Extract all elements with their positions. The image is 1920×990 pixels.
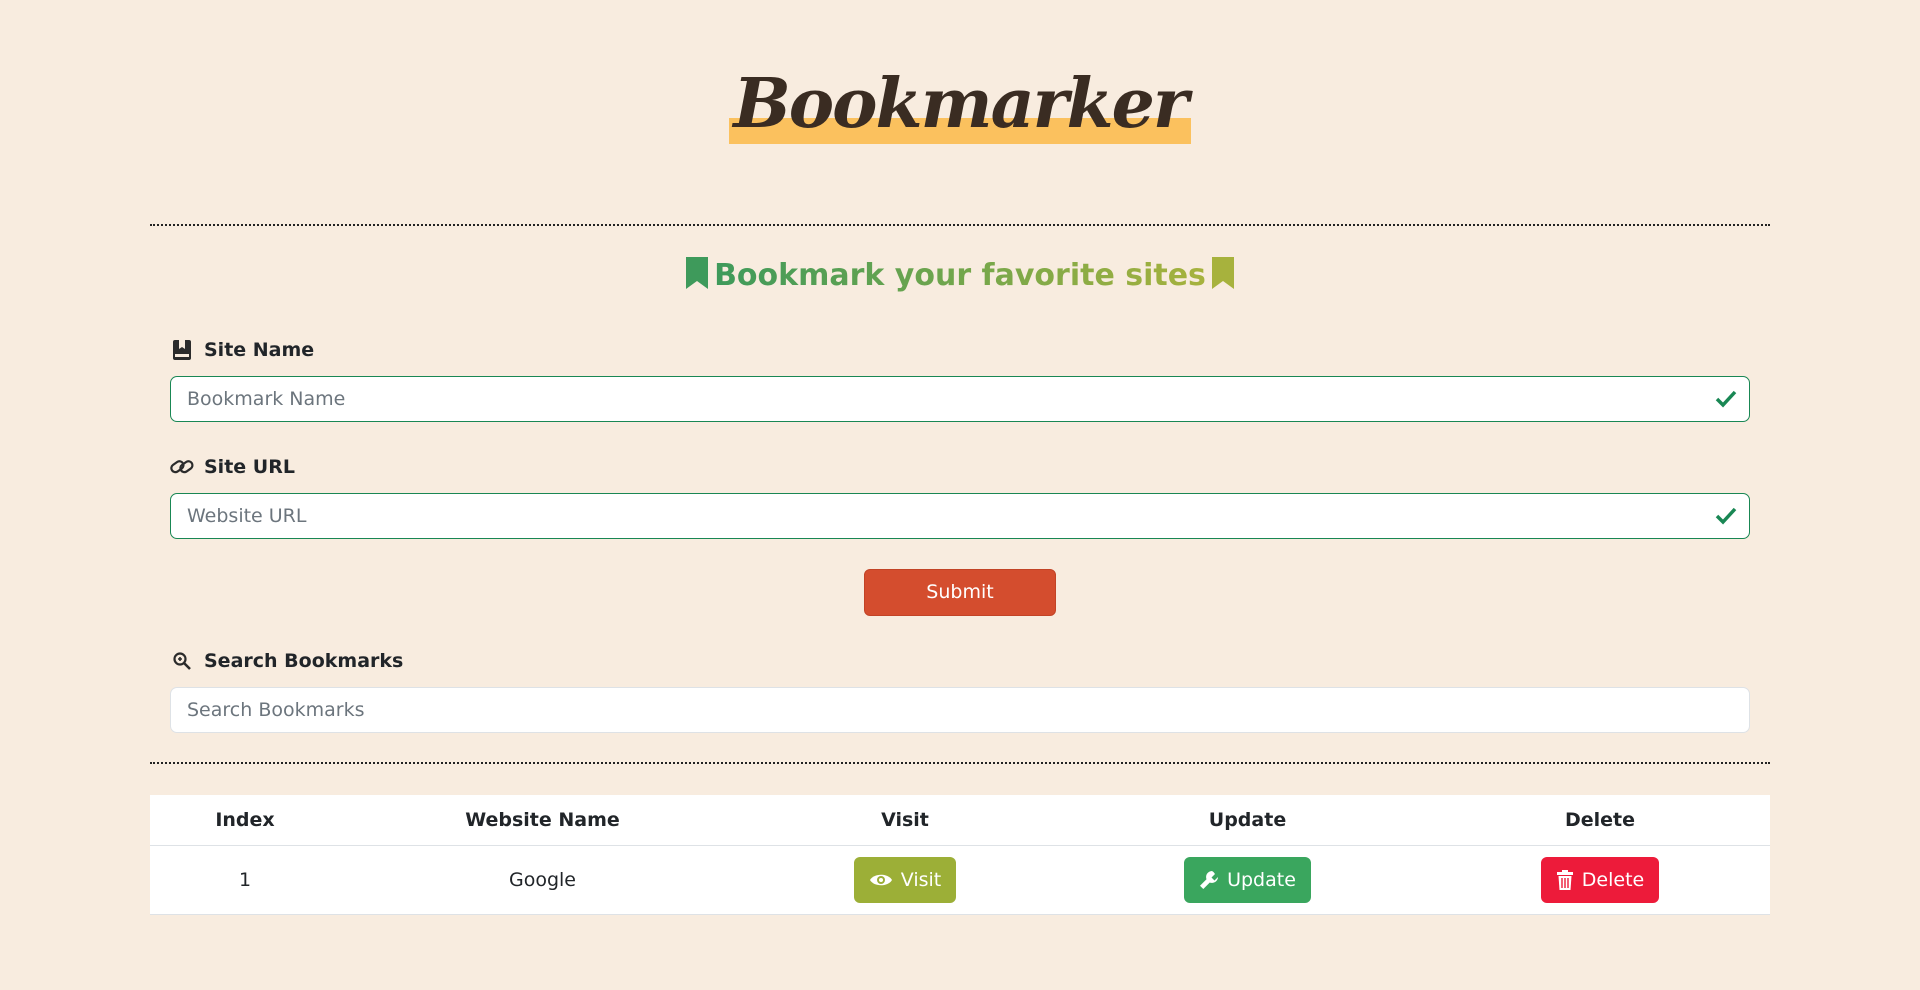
visit-button-label: Visit — [900, 869, 942, 891]
eye-icon — [869, 874, 892, 886]
site-url-label-text: Site URL — [204, 456, 295, 478]
header-update: Update — [1208, 809, 1287, 831]
search-placeholder: Search Bookmarks — [187, 699, 365, 721]
bookmark-icon — [686, 257, 709, 289]
delete-button-label: Delete — [1581, 869, 1645, 891]
site-name-input[interactable]: Bookmark Name — [170, 376, 1750, 422]
link-icon — [170, 455, 194, 479]
table-row: 1 Google Visit Update Delete — [150, 846, 1770, 915]
search-label-text: Search Bookmarks — [204, 650, 404, 672]
tagline-text: Bookmark your favorite sites — [714, 258, 1206, 293]
visit-button[interactable]: Visit — [853, 857, 957, 903]
delete-button[interactable]: Delete — [1540, 857, 1660, 903]
site-url-label: Site URL — [170, 455, 295, 479]
book-bookmark-icon — [170, 338, 194, 362]
search-label: Search Bookmarks — [170, 649, 403, 673]
update-button-label: Update — [1227, 869, 1296, 891]
site-url-placeholder: Website URL — [187, 505, 307, 527]
site-url-input[interactable]: Website URL — [170, 493, 1750, 539]
tagline: Bookmark your favorite sites — [0, 256, 1920, 296]
header-index: Index — [215, 809, 275, 831]
site-name-label-text: Site Name — [204, 339, 315, 361]
bookmarks-table: Index Website Name Visit Update Delete 1… — [150, 795, 1770, 915]
header-website-name: Website Name — [465, 809, 620, 831]
cell-visit: Visit — [745, 857, 1065, 903]
bookmark-icon — [1211, 257, 1234, 289]
submit-button[interactable]: Submit — [864, 569, 1056, 616]
site-name-label: Site Name — [170, 338, 314, 362]
cell-delete: Delete — [1430, 857, 1770, 903]
check-icon — [1715, 390, 1737, 408]
cell-website-name: Google — [508, 869, 576, 891]
table-header-row: Index Website Name Visit Update Delete — [150, 795, 1770, 846]
wrench-icon — [1200, 871, 1219, 889]
app-logo: Bookmarker — [729, 64, 1191, 144]
cell-index: 1 — [238, 869, 252, 891]
logo-container: Bookmarker — [0, 64, 1920, 144]
cell-update: Update — [1065, 857, 1430, 903]
magnifier-icon — [170, 649, 194, 673]
header-delete: Delete — [1564, 809, 1636, 831]
divider-bottom — [150, 762, 1770, 764]
search-input[interactable]: Search Bookmarks — [170, 687, 1750, 733]
trash-icon — [1556, 870, 1573, 890]
update-button[interactable]: Update — [1184, 857, 1311, 903]
divider-top — [150, 224, 1770, 226]
site-name-placeholder: Bookmark Name — [187, 388, 346, 410]
check-icon — [1715, 507, 1737, 525]
header-visit: Visit — [881, 809, 929, 831]
